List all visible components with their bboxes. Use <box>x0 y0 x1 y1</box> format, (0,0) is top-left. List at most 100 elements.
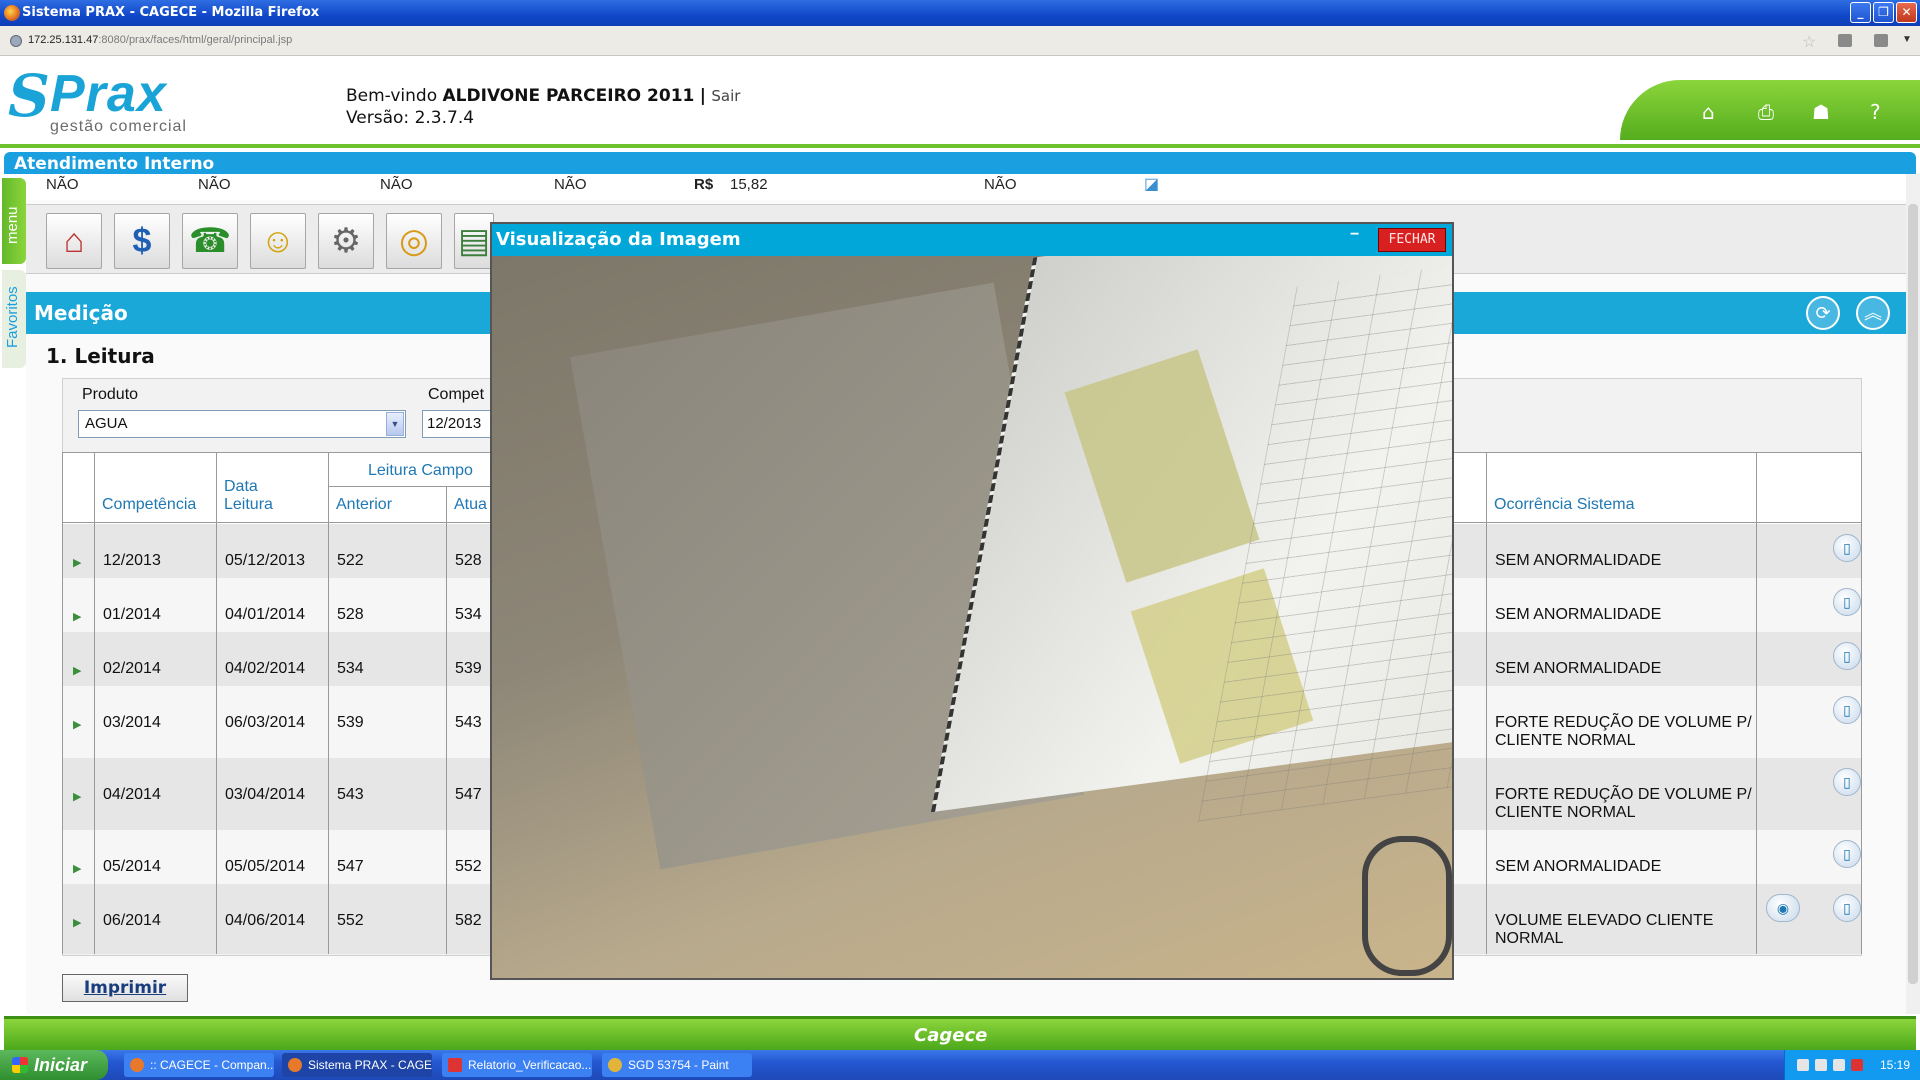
close-window-button[interactable]: ✕ <box>1896 2 1917 23</box>
toolbar-menu-icon[interactable]: ▼ <box>1902 34 1912 45</box>
coins-icon[interactable]: ◎ <box>386 213 442 269</box>
status-value-2: NÃO <box>198 176 231 193</box>
cell-competencia: 03/2014 <box>103 714 161 731</box>
row-expand-icon[interactable]: ▶ <box>73 916 81 929</box>
phone-icon[interactable]: ☎ <box>182 213 238 269</box>
minimize-button[interactable]: _ <box>1850 2 1871 23</box>
meter-photo <box>492 256 1452 978</box>
collapse-icon[interactable]: ︽ <box>1856 296 1890 330</box>
modal-minimize-button[interactable]: − <box>1350 226 1359 244</box>
taskbar-item-label: :: CAGECE - Compan... <box>150 1058 274 1072</box>
meter-icon[interactable]: ⚙ <box>318 213 374 269</box>
help-icon[interactable]: ? <box>1870 100 1881 124</box>
sitemap-icon[interactable]: ☗ <box>1812 100 1830 124</box>
cell-atual: 528 <box>455 552 482 569</box>
cell-competencia: 05/2014 <box>103 858 161 875</box>
row-expand-icon[interactable]: ▶ <box>73 862 81 875</box>
tray-help-icon[interactable] <box>1797 1059 1809 1071</box>
house-icon[interactable]: ⌂ <box>46 213 102 269</box>
modal-header[interactable]: Visualização da Imagem − FECHAR <box>492 224 1452 256</box>
address-bar[interactable]: 172.25.131.47:8080/prax/faces/html/geral… <box>0 26 1920 56</box>
logout-link[interactable]: Sair <box>711 87 740 105</box>
windows-taskbar: Iniciar :: CAGECE - Compan... Sistema PR… <box>0 1050 1920 1080</box>
app-footer: Cagece <box>4 1016 1916 1050</box>
bookmark-star-icon[interactable]: ☆ <box>1802 32 1816 52</box>
row-expand-icon[interactable]: ▶ <box>73 718 81 731</box>
toolbar-addon-icon[interactable] <box>1838 34 1852 47</box>
welcome-separator: | <box>699 86 706 106</box>
medicao-title: Medição <box>34 301 128 325</box>
smiley-icon[interactable]: ☺ <box>250 213 306 269</box>
taskbar-item-relatorio[interactable]: Relatorio_Verificacao... <box>442 1053 592 1077</box>
toolbar-tools-icon[interactable] <box>1874 34 1888 47</box>
header-leitura-campo: Leitura Campo <box>368 462 473 479</box>
col-divider <box>94 452 95 954</box>
pdf-icon <box>448 1058 462 1072</box>
taskbar-item-prax[interactable]: Sistema PRAX - CAGE... <box>282 1053 432 1077</box>
currency-label: R$ <box>694 176 714 193</box>
header-competencia: Competência <box>102 496 197 513</box>
tray-volume-icon[interactable] <box>1833 1059 1845 1071</box>
page-scrollbar[interactable] <box>1906 174 1920 1014</box>
site-identity-icon[interactable] <box>10 35 22 47</box>
imprimir-button[interactable]: Imprimir <box>62 974 188 1002</box>
app-header: S Prax gestão comercial Bem-vindo ALDIVO… <box>0 56 1920 147</box>
chevron-down-icon[interactable]: ▼ <box>386 412 404 436</box>
mobile-reading-icon[interactable]: ▯ <box>1833 768 1861 796</box>
cell-ocorrencia: VOLUME ELEVADO CLIENTE <box>1495 912 1714 929</box>
cell-anterior: 547 <box>337 858 364 875</box>
url-text[interactable]: 172.25.131.47:8080/prax/faces/html/geral… <box>28 34 292 46</box>
user-name: ALDIVONE PARCEIRO 2011 <box>442 86 695 106</box>
header-subdivider <box>328 486 490 487</box>
start-button[interactable]: Iniciar <box>0 1050 108 1080</box>
firefox-icon <box>4 5 20 21</box>
col-divider <box>216 452 217 954</box>
cell-atual: 539 <box>455 660 482 677</box>
mobile-reading-icon[interactable]: ▯ <box>1833 840 1861 868</box>
taskbar-item-paint[interactable]: SGD 53754 - Paint <box>602 1053 752 1077</box>
scrollbar-thumb[interactable] <box>1908 204 1918 984</box>
header-anterior: Anterior <box>336 496 393 513</box>
menu-side-tab[interactable]: menu <box>2 178 26 264</box>
cell-anterior: 552 <box>337 912 364 929</box>
taskbar-item-cagece[interactable]: :: CAGECE - Compan... <box>124 1053 274 1077</box>
money-icon[interactable]: ▤ <box>454 213 494 269</box>
cell-data-leitura: 04/06/2014 <box>225 912 306 929</box>
row-expand-icon[interactable]: ▶ <box>73 610 81 623</box>
produto-select[interactable]: AGUA ▼ <box>78 410 406 438</box>
cell-atual: 534 <box>455 606 482 623</box>
tray-alert-icon[interactable] <box>1851 1059 1863 1071</box>
cell-ocorrencia-line2: CLIENTE NORMAL <box>1495 804 1636 821</box>
status-chart-icon[interactable]: ◪ <box>1144 174 1159 194</box>
favoritos-tab-label: Favoritos <box>4 286 21 348</box>
windows-flag-icon <box>12 1057 28 1073</box>
cell-competencia: 06/2014 <box>103 912 161 929</box>
cell-data-leitura: 04/01/2014 <box>225 606 306 623</box>
row-expand-icon[interactable]: ▶ <box>73 664 81 677</box>
fechar-button[interactable]: FECHAR <box>1378 228 1446 252</box>
mobile-reading-icon[interactable]: ▯ <box>1833 642 1861 670</box>
welcome-text: Bem-vindo ALDIVONE PARCEIRO 2011 | Sair <box>346 86 740 106</box>
cell-ocorrencia-line2: NORMAL <box>1495 930 1564 947</box>
refresh-icon[interactable]: ⟳ <box>1806 296 1840 330</box>
cell-competencia: 04/2014 <box>103 786 161 803</box>
cell-anterior: 539 <box>337 714 364 731</box>
row-expand-icon[interactable]: ▶ <box>73 790 81 803</box>
dollar-icon[interactable]: $ <box>114 213 170 269</box>
cell-anterior: 543 <box>337 786 364 803</box>
row-expand-icon[interactable]: ▶ <box>73 556 81 569</box>
camera-icon[interactable]: ◉ <box>1766 894 1800 922</box>
home-icon[interactable]: ⌂ <box>1702 100 1715 124</box>
menu-tab-label: menu <box>4 206 21 244</box>
mobile-reading-icon[interactable]: ▯ <box>1833 588 1861 616</box>
print-icon[interactable]: ⎙ <box>1758 100 1774 124</box>
paint-icon <box>608 1058 622 1072</box>
maximize-button[interactable]: ❐ <box>1873 2 1894 23</box>
favoritos-side-tab[interactable]: Favoritos <box>2 270 26 368</box>
mobile-reading-icon[interactable]: ▯ <box>1833 534 1861 562</box>
welcome-prefix: Bem-vindo <box>346 86 438 106</box>
mobile-reading-icon[interactable]: ▯ <box>1833 894 1861 922</box>
mobile-reading-icon[interactable]: ▯ <box>1833 696 1861 724</box>
cell-data-leitura: 06/03/2014 <box>225 714 306 731</box>
tray-network-icon[interactable] <box>1815 1059 1827 1071</box>
